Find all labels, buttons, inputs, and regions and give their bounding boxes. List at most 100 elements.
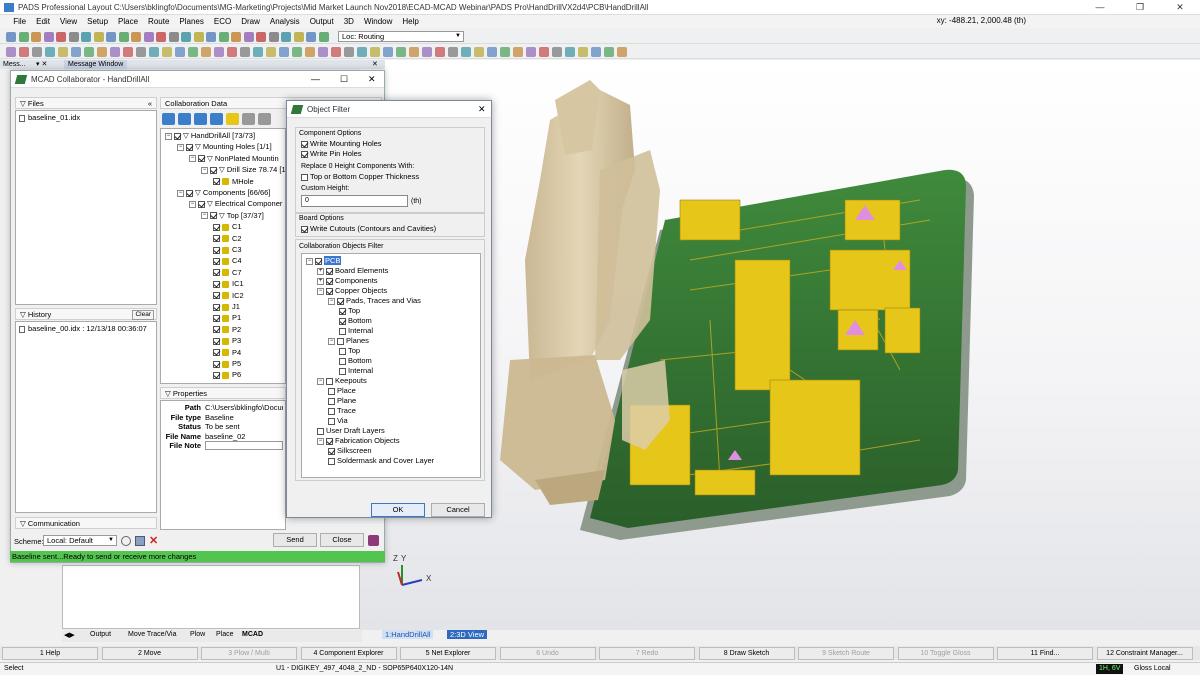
save-icon[interactable]: [383, 47, 393, 57]
filter-tree-item[interactable]: Bottom: [339, 356, 372, 366]
route-icon[interactable]: [448, 47, 458, 57]
collab-tree-item[interactable]: − ▽ Electrical Componer: [189, 199, 282, 209]
checkbox[interactable]: [213, 371, 220, 379]
collab-tree-item[interactable]: P6: [213, 370, 241, 380]
checkbox[interactable]: [337, 297, 344, 305]
collab-tree-item[interactable]: − ▽ Mounting Holes [1/1]: [177, 142, 272, 152]
filter-tree-item[interactable]: Plane: [328, 396, 356, 406]
dialog-close-button[interactable]: ✕: [478, 104, 486, 115]
menu-planes[interactable]: Planes: [174, 15, 208, 28]
fkey-button[interactable]: 6 Undo: [499, 647, 596, 660]
save-icon[interactable]: [206, 32, 216, 42]
undo-icon[interactable]: [617, 47, 627, 57]
checkbox[interactable]: [213, 303, 220, 311]
expander-icon[interactable]: −: [328, 337, 335, 345]
collab-tree-item[interactable]: − ▽ Drill Size 78.74 [1: [201, 165, 285, 175]
expander-icon[interactable]: −: [306, 257, 313, 265]
checkbox[interactable]: [337, 337, 344, 345]
expander-icon[interactable]: −: [177, 143, 184, 151]
checkbox[interactable]: [301, 173, 308, 181]
checkbox[interactable]: [328, 397, 335, 405]
collaborate-icon[interactable]: [368, 535, 379, 546]
filter-tree-item[interactable]: Place: [328, 386, 356, 396]
checkbox[interactable]: [213, 269, 220, 277]
expander-icon[interactable]: −: [189, 155, 196, 163]
checkbox[interactable]: [339, 327, 346, 335]
expander-icon[interactable]: −: [177, 189, 184, 197]
menu-place[interactable]: Place: [113, 15, 143, 28]
route-icon[interactable]: [268, 32, 279, 42]
tab-handdrillall[interactable]: 1:HandDrillAll: [382, 630, 434, 639]
checkbox[interactable]: [326, 267, 333, 275]
filter-tree-item[interactable]: Top: [339, 346, 360, 356]
select-icon[interactable]: [474, 47, 484, 57]
expander-icon[interactable]: −: [201, 212, 208, 220]
menu-route[interactable]: Route: [143, 15, 174, 28]
scheme-combo[interactable]: Local: Default ▼: [43, 535, 117, 546]
delete-icon[interactable]: ✕: [149, 534, 158, 547]
redo-icon[interactable]: [214, 47, 224, 57]
filter-tree-item[interactable]: Internal: [339, 326, 373, 336]
fkey-button[interactable]: 4 Component Explorer: [300, 647, 397, 660]
checkbox[interactable]: [174, 132, 181, 140]
uncheck-icon[interactable]: [178, 113, 191, 125]
custom-height-input[interactable]: 0: [301, 195, 408, 207]
save-icon[interactable]: [279, 47, 289, 57]
save-icon[interactable]: [6, 32, 16, 42]
select-icon[interactable]: [578, 47, 588, 57]
checkbox[interactable]: [213, 314, 220, 322]
select-icon[interactable]: [293, 32, 304, 42]
maximize-button[interactable]: ❐: [1120, 0, 1160, 15]
messages-pin[interactable]: ▾ ✕: [36, 60, 47, 69]
checkbox[interactable]: [213, 326, 220, 334]
tab-plow[interactable]: Plow: [190, 631, 205, 638]
checkbox[interactable]: [339, 307, 346, 315]
zoom-icon[interactable]: [253, 47, 263, 57]
redo-icon[interactable]: [43, 32, 54, 42]
expander-icon[interactable]: −: [317, 437, 324, 445]
collab-tree-item[interactable]: C3: [213, 245, 242, 255]
menu-edit[interactable]: Edit: [31, 15, 55, 28]
layer-icon[interactable]: [156, 32, 166, 42]
layer-icon[interactable]: [435, 47, 445, 57]
menu-3d[interactable]: 3D: [339, 15, 359, 28]
tab-message-window[interactable]: Message Window: [64, 60, 128, 69]
filter-tree-item[interactable]: User Draft Layers: [317, 426, 385, 436]
tab-messages[interactable]: Mess...: [3, 60, 26, 69]
undo-icon[interactable]: [97, 47, 107, 57]
menu-view[interactable]: View: [55, 15, 82, 28]
save-icon[interactable]: [135, 536, 145, 546]
expander-icon[interactable]: −: [317, 287, 324, 295]
zoom-icon[interactable]: [45, 47, 55, 57]
menu-setup[interactable]: Setup: [82, 15, 113, 28]
open-icon[interactable]: [188, 47, 198, 57]
checkbox[interactable]: [328, 387, 335, 395]
checkbox[interactable]: [339, 357, 346, 365]
checkbox[interactable]: [213, 246, 220, 254]
open-icon[interactable]: [604, 47, 614, 57]
fkey-button[interactable]: 5 Net Explorer: [400, 647, 496, 660]
filter-tree-item[interactable]: Internal: [339, 366, 373, 376]
file-item[interactable]: baseline_01.idx: [19, 113, 80, 123]
checkbox[interactable]: [213, 257, 220, 265]
ok-button[interactable]: OK: [371, 503, 425, 517]
fkey-button[interactable]: 1 Help: [2, 647, 98, 660]
fkey-button[interactable]: 10 Toggle Gloss: [897, 647, 994, 660]
checkbox[interactable]: [210, 212, 217, 220]
filter-tree-item[interactable]: Bottom: [339, 316, 372, 326]
minimize-button[interactable]: —: [1080, 0, 1120, 15]
open-icon[interactable]: [318, 32, 329, 42]
redo-icon[interactable]: [422, 47, 432, 57]
files-header[interactable]: ▽ Files «: [15, 97, 157, 109]
message-window-close[interactable]: ✕: [372, 60, 378, 69]
menu-window[interactable]: Window: [359, 15, 397, 28]
zoom-icon[interactable]: [181, 32, 191, 42]
checkbox[interactable]: [339, 317, 346, 325]
undo-icon[interactable]: [305, 47, 315, 57]
checkbox[interactable]: [328, 417, 335, 425]
tab-move-trace-via[interactable]: Move Trace/Via: [128, 631, 177, 638]
checkbox[interactable]: [210, 166, 217, 174]
bulb-icon[interactable]: [226, 113, 239, 125]
checkbox[interactable]: [339, 367, 346, 375]
fkey-button[interactable]: 8 Draw Sketch: [698, 647, 795, 660]
